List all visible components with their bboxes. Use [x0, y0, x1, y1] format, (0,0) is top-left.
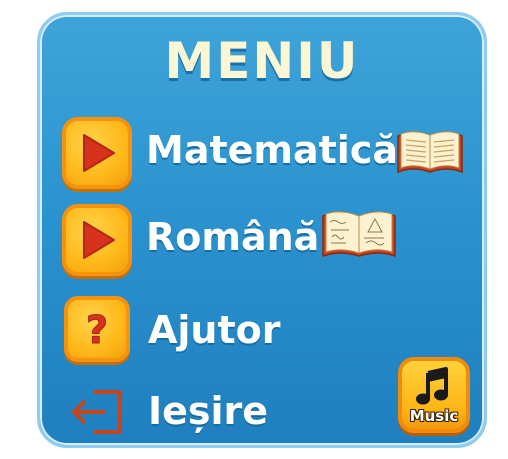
- menu-title: MENIU: [164, 32, 360, 90]
- menu-item-label-ajutor: Ajutor: [148, 308, 281, 352]
- open-book-icon: [397, 131, 463, 174]
- play-icon: [83, 221, 115, 259]
- help-button[interactable]: ?: [64, 296, 130, 362]
- play-icon: [83, 134, 115, 172]
- play-button-matematica[interactable]: [62, 117, 132, 189]
- music-note-icon: [416, 367, 448, 405]
- music-button[interactable]: Music: [398, 357, 470, 433]
- menu-item-label-romana: Română: [146, 215, 320, 259]
- music-button-label: Music: [409, 407, 459, 425]
- menu-item-label-iesire: Ieșire: [148, 389, 269, 433]
- play-button-romana[interactable]: [62, 204, 132, 276]
- svg-text:?: ?: [86, 308, 108, 352]
- question-mark-icon: ?: [85, 308, 108, 353]
- menu-item-label-matematica: Matematică: [146, 128, 398, 172]
- open-book-icon: [322, 211, 396, 258]
- exit-door-icon: [72, 390, 122, 434]
